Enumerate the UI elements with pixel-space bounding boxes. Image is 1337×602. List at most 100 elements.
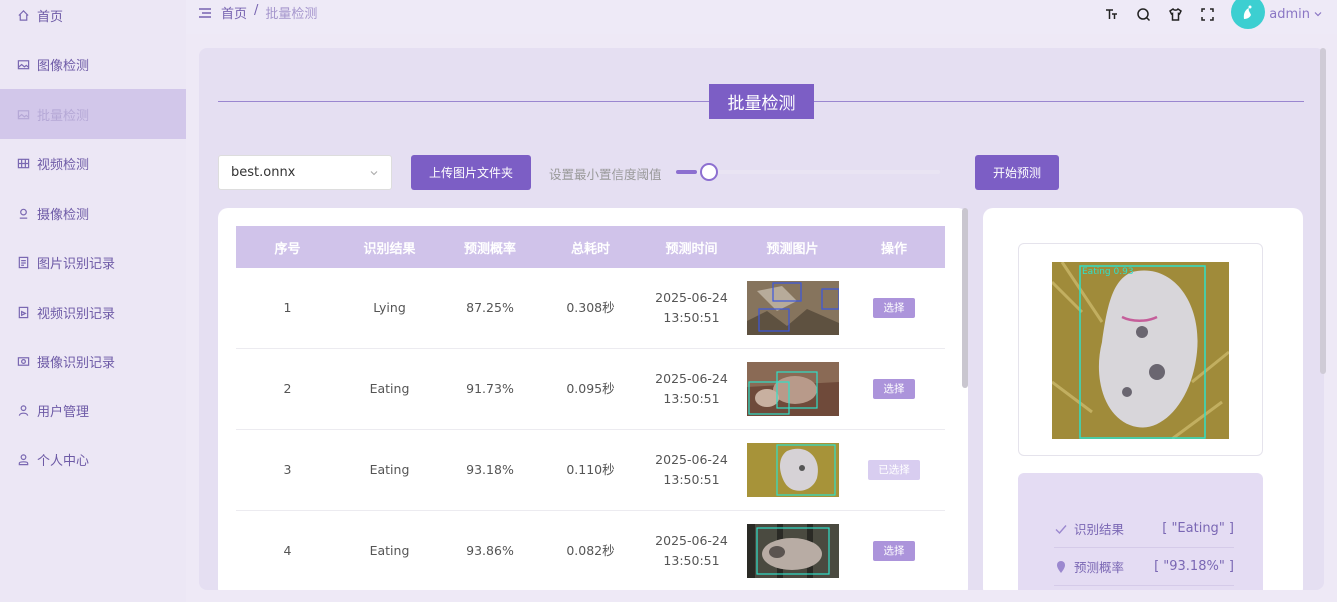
cell-time: 2025-06-24 13:50:51 bbox=[641, 511, 742, 590]
cell-time: 2025-06-24 13:50:51 bbox=[641, 430, 742, 510]
threshold-slider-handle[interactable] bbox=[700, 163, 718, 181]
menu-toggle-icon[interactable] bbox=[198, 6, 212, 20]
home-icon bbox=[16, 8, 30, 22]
table-row: 3 Eating 93.18% 0.110秒 2025-06-24 13:50:… bbox=[236, 430, 945, 511]
check-icon bbox=[1055, 524, 1067, 534]
sidebar-item-label: 批量检测 bbox=[37, 108, 90, 124]
model-select[interactable]: best.onnx bbox=[218, 155, 392, 190]
cell-index: 3 bbox=[283, 462, 292, 477]
cell-image bbox=[742, 349, 843, 429]
page-scrollbar[interactable] bbox=[1320, 48, 1326, 374]
sidebar-item-image-detect[interactable]: 图像检测 bbox=[0, 39, 186, 89]
camera-icon bbox=[16, 206, 30, 220]
table-scrollbar[interactable] bbox=[962, 208, 968, 388]
sidebar-item-profile[interactable]: 个人中心 bbox=[0, 434, 186, 484]
cell-action: 选择 bbox=[843, 268, 945, 348]
sidebar: 首页 图像检测 批量检测 视频检测 摄像检测 图片识别记录 视频识别记录 摄像识… bbox=[0, 0, 186, 602]
cell-result: Eating bbox=[369, 543, 410, 558]
cell-clock: 13:50:51 bbox=[663, 391, 720, 406]
breadcrumb-home[interactable]: 首页 bbox=[221, 3, 247, 22]
column-header-time: 预测时间 bbox=[665, 241, 718, 257]
probability-row: 预测概率 [ "93.18%" ] bbox=[1054, 548, 1234, 586]
prediction-thumbnail[interactable] bbox=[746, 362, 839, 416]
result-label: 识别结果 bbox=[1054, 519, 1154, 538]
sidebar-item-batch-detect[interactable]: 批量检测 bbox=[0, 89, 186, 139]
cell-date: 2025-06-24 bbox=[655, 371, 728, 386]
column-header-probability: 预测概率 bbox=[463, 241, 516, 257]
select-button[interactable]: 选择 bbox=[873, 541, 915, 561]
sidebar-item-label: 视频检测 bbox=[37, 157, 90, 173]
column-header-image: 预测图片 bbox=[766, 241, 819, 257]
sidebar-item-label: 个人中心 bbox=[37, 453, 90, 469]
sidebar-item-label: 图片识别记录 bbox=[37, 256, 116, 272]
table-row: 2 Eating 91.73% 0.095秒 2025-06-24 13:50:… bbox=[236, 349, 945, 430]
cell-date: 2025-06-24 bbox=[655, 533, 728, 548]
select-button[interactable]: 选择 bbox=[873, 298, 915, 318]
cell-time: 2025-06-24 13:50:51 bbox=[641, 268, 742, 348]
cell-image bbox=[742, 430, 843, 510]
sidebar-item-label: 摄像检测 bbox=[37, 207, 90, 223]
selected-image-card: Eating 0.93 bbox=[1018, 243, 1263, 456]
threshold-label: 设置最小置信度阈值 bbox=[549, 167, 662, 182]
user-menu[interactable]: admin bbox=[1269, 7, 1323, 22]
avatar[interactable] bbox=[1231, 0, 1266, 29]
detail-panel: Eating 0.93 识别结果 [ "Eating" ] 预测概率 [ "93… bbox=[983, 208, 1303, 590]
prediction-thumbnail[interactable] bbox=[746, 443, 839, 497]
model-select-value: best.onnx bbox=[231, 165, 296, 180]
doc-icon bbox=[16, 255, 30, 269]
sidebar-item-user-management[interactable]: 用户管理 bbox=[0, 385, 186, 435]
location-pin-icon bbox=[1057, 560, 1065, 573]
cell-duration: 0.095秒 bbox=[566, 381, 615, 396]
cell-index: 4 bbox=[283, 543, 292, 558]
cell-image bbox=[742, 511, 843, 590]
cell-action: 选择 bbox=[843, 511, 945, 590]
sidebar-item-video-detect[interactable]: 视频检测 bbox=[0, 138, 186, 188]
cell-result: Lying bbox=[373, 300, 406, 315]
font-size-icon[interactable] bbox=[1101, 4, 1121, 24]
threshold-slider[interactable] bbox=[676, 163, 940, 181]
image-icon bbox=[16, 57, 30, 71]
result-row: 识别结果 [ "Eating" ] bbox=[1054, 510, 1234, 548]
result-value: [ "Eating" ] bbox=[1162, 521, 1234, 536]
column-header-result: 识别结果 bbox=[363, 241, 416, 257]
username: admin bbox=[1269, 6, 1310, 22]
search-icon[interactable] bbox=[1133, 4, 1153, 24]
detection-box-label: Eating 0.93 bbox=[1082, 267, 1134, 277]
cell-duration: 0.308秒 bbox=[566, 300, 615, 315]
camera-record-icon bbox=[16, 354, 30, 368]
images-icon bbox=[16, 107, 30, 121]
theme-shirt-icon[interactable] bbox=[1165, 4, 1185, 24]
select-button[interactable]: 选择 bbox=[873, 379, 915, 399]
cell-clock: 13:50:51 bbox=[663, 553, 720, 568]
column-header-action: 操作 bbox=[880, 241, 907, 257]
result-label-text: 识别结果 bbox=[1074, 522, 1125, 537]
sidebar-item-video-records[interactable]: 视频识别记录 bbox=[0, 287, 186, 337]
sidebar-item-label: 首页 bbox=[37, 9, 64, 25]
table-header: 序号 识别结果 预测概率 总耗时 预测时间 预测图片 操作 bbox=[236, 226, 945, 268]
start-predict-button[interactable]: 开始预测 bbox=[975, 155, 1059, 190]
column-header-duration: 总耗时 bbox=[570, 241, 610, 257]
sidebar-item-label: 摄像识别记录 bbox=[37, 355, 116, 371]
main-panel: 批量检测 best.onnx 上传图片文件夹 设置最小置信度阈值 开始预测 序号… bbox=[199, 48, 1324, 590]
cell-result: Eating bbox=[369, 381, 410, 396]
breadcrumb: 首页 / 批量检测 bbox=[221, 3, 317, 22]
header-actions: admin bbox=[1089, 0, 1337, 29]
sidebar-item-camera-detect[interactable]: 摄像检测 bbox=[0, 188, 186, 238]
cell-clock: 13:50:51 bbox=[663, 310, 720, 325]
column-header-index: 序号 bbox=[274, 241, 301, 257]
prediction-thumbnail[interactable] bbox=[746, 524, 839, 578]
prediction-thumbnail[interactable] bbox=[746, 281, 839, 335]
sidebar-item-camera-records[interactable]: 摄像识别记录 bbox=[0, 336, 186, 386]
doc-video-icon bbox=[16, 305, 30, 319]
sidebar-item-label: 用户管理 bbox=[37, 404, 90, 420]
cell-action: 已选择 bbox=[843, 430, 945, 510]
cell-probability: 93.86% bbox=[466, 543, 514, 558]
sidebar-item-label: 视频识别记录 bbox=[37, 306, 116, 322]
selected-button[interactable]: 已选择 bbox=[868, 460, 920, 480]
cell-time: 2025-06-24 13:50:51 bbox=[641, 349, 742, 429]
fullscreen-icon[interactable] bbox=[1197, 4, 1217, 24]
sidebar-item-image-records[interactable]: 图片识别记录 bbox=[0, 237, 186, 287]
upload-folder-button[interactable]: 上传图片文件夹 bbox=[411, 155, 531, 190]
sidebar-item-home[interactable]: 首页 bbox=[0, 0, 186, 40]
breadcrumb-current: 批量检测 bbox=[265, 7, 318, 22]
